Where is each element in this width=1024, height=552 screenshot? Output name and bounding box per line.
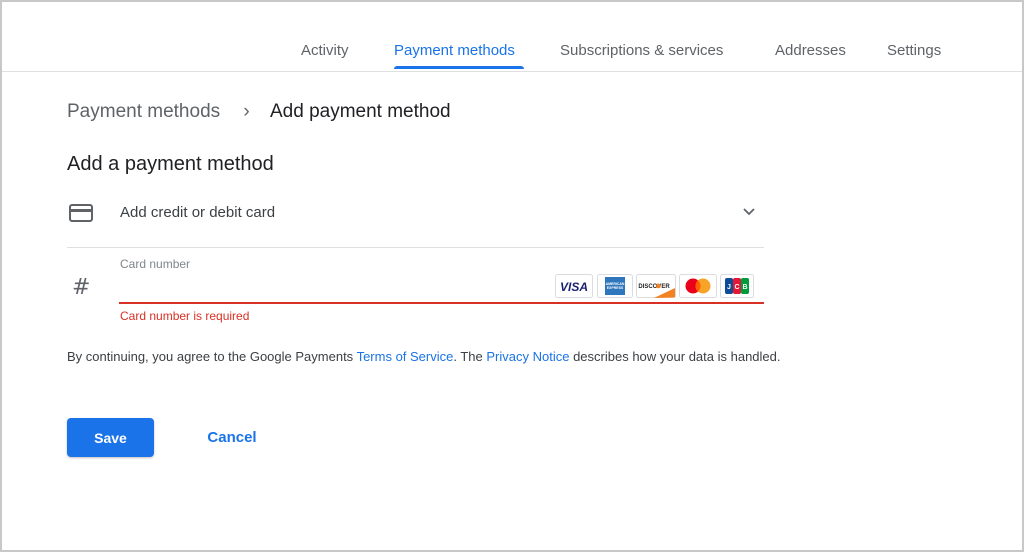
tab-subscriptions-services[interactable]: Subscriptions & services (560, 42, 723, 59)
cancel-button[interactable]: Cancel (192, 418, 272, 457)
chevron-down-icon[interactable] (741, 206, 757, 218)
window-frame: Activity Payment methods Subscriptions &… (0, 0, 1024, 552)
top-navigation: Activity Payment methods Subscriptions &… (2, 2, 1022, 72)
amex-logo: AMERICAN EXPRESS (597, 274, 633, 298)
discover-logo: DISCOVER (636, 274, 676, 298)
amex-logo-text: AMERICAN EXPRESS (606, 282, 625, 290)
hash-icon: # (72, 275, 91, 300)
tab-addresses[interactable]: Addresses (775, 42, 846, 59)
terms-of-service-link[interactable]: Terms of Service (357, 349, 454, 364)
privacy-notice-link[interactable]: Privacy Notice (486, 349, 569, 364)
save-button[interactable]: Save (67, 418, 154, 457)
tab-settings[interactable]: Settings (887, 42, 941, 59)
terms-prefix: By continuing, you agree to the Google P… (67, 349, 357, 364)
breadcrumb-separator: › (243, 101, 250, 122)
tab-activity[interactable]: Activity (301, 42, 349, 59)
mastercard-logo (679, 274, 717, 298)
svg-text:VISA: VISA (560, 280, 588, 294)
add-card-option[interactable]: Add credit or debit card (67, 198, 764, 248)
tab-payment-methods[interactable]: Payment methods (394, 42, 515, 59)
visa-logo: VISA (555, 274, 593, 298)
card-number-underline (119, 302, 764, 304)
breadcrumb-current: Add payment method (269, 101, 451, 122)
credit-card-icon (69, 204, 93, 222)
terms-middle: . The (453, 349, 487, 364)
breadcrumb-payment-methods-link[interactable]: Payment methods (67, 101, 220, 122)
card-number-label: Card number (120, 257, 191, 271)
jcb-logo: JCB (720, 274, 754, 298)
breadcrumb: Payment methods › Add payment method (67, 101, 451, 123)
card-number-input[interactable] (120, 272, 540, 300)
page-heading: Add a payment method (67, 153, 274, 175)
jcb-logo-text: JCB (727, 284, 747, 291)
card-number-error: Card number is required (120, 309, 250, 323)
terms-notice: By continuing, you agree to the Google P… (67, 349, 780, 364)
terms-suffix: describes how your data is handled. (569, 349, 781, 364)
add-card-label: Add credit or debit card (120, 204, 276, 221)
active-tab-indicator (394, 66, 524, 69)
svg-text:DISCOVER: DISCOVER (638, 284, 670, 290)
